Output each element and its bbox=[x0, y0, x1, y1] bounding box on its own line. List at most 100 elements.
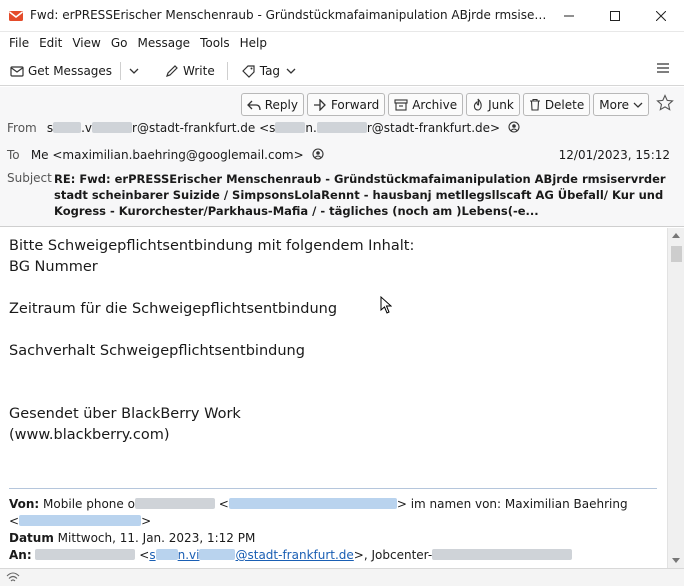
write-label: Write bbox=[183, 63, 215, 78]
forward-button[interactable]: Forward bbox=[306, 93, 386, 116]
to-value[interactable]: Me <maximilian.baehring@googlemail.com> bbox=[31, 148, 304, 162]
von-line2-lt: < bbox=[9, 514, 20, 528]
redacted-block bbox=[35, 549, 136, 560]
redacted-link[interactable] bbox=[199, 549, 236, 560]
from-fragment[interactable]: r@stadt-frankfurt.de> bbox=[367, 121, 500, 135]
main-toolbar: Get Messages Write Tag bbox=[0, 56, 684, 86]
reply-button[interactable]: Reply bbox=[240, 93, 304, 116]
body-line: (www.blackberry.com) bbox=[9, 427, 170, 443]
reply-label: Reply bbox=[264, 97, 298, 112]
an-rest: >, Jobcenter- bbox=[353, 548, 433, 562]
wifi-icon bbox=[6, 572, 20, 582]
an-label: An: bbox=[9, 548, 32, 562]
from-row: From s .v r@stadt-frankfurt.de <s n. r@stadt… bbox=[7, 121, 520, 135]
toolbar-separator bbox=[120, 61, 122, 80]
quote-divider bbox=[9, 488, 657, 489]
von-rest: > im namen von: Maximilian Baehring bbox=[396, 497, 628, 511]
subject-text: RE: Fwd: erPRESSErischer Menschenraub - … bbox=[54, 172, 666, 218]
redacted-block bbox=[134, 498, 215, 509]
von-text: Mobile phone o bbox=[43, 497, 135, 511]
junk-button[interactable]: Junk bbox=[466, 93, 520, 116]
redacted-block bbox=[53, 122, 82, 133]
chevron-down-icon bbox=[286, 68, 296, 74]
menu-go[interactable]: Go bbox=[106, 33, 133, 53]
window-title: Fwd: erPRESSErischer Menschenraub - Grün… bbox=[30, 8, 550, 22]
an-link-fragment[interactable]: s bbox=[149, 548, 155, 562]
menu-bar: File Edit View Go Message Tools Help bbox=[0, 32, 684, 54]
app-menu-button[interactable] bbox=[656, 62, 670, 77]
menu-file[interactable]: File bbox=[4, 33, 34, 53]
title-bar: Fwd: erPRESSErischer Menschenraub - Grün… bbox=[0, 0, 684, 32]
more-button[interactable]: More bbox=[593, 93, 649, 116]
write-button[interactable]: Write bbox=[159, 59, 221, 83]
star-icon bbox=[656, 94, 674, 111]
redacted-link[interactable] bbox=[155, 549, 178, 560]
reply-icon bbox=[246, 100, 261, 110]
body-line: BG Nummer bbox=[9, 259, 98, 275]
message-header: Reply Forward Archive Junk Delete More F… bbox=[0, 87, 684, 227]
toolbar-separator bbox=[226, 61, 228, 80]
junk-label: Junk bbox=[488, 97, 514, 112]
redacted-link[interactable] bbox=[19, 515, 142, 526]
an-lt: < bbox=[139, 548, 150, 562]
maximize-icon bbox=[610, 11, 620, 21]
quote-datum-row: Datum Mittwoch, 11. Jan. 2023, 1:12 PM bbox=[9, 531, 255, 545]
contact-icon[interactable] bbox=[508, 121, 520, 133]
von-label: Von: bbox=[9, 497, 40, 511]
scroll-thumb[interactable] bbox=[671, 246, 682, 262]
redacted-link[interactable] bbox=[228, 498, 397, 509]
tag-button[interactable]: Tag bbox=[236, 59, 302, 83]
get-messages-dropdown[interactable] bbox=[123, 59, 149, 83]
an-link-fragment[interactable]: n.vi bbox=[178, 548, 200, 562]
menu-view[interactable]: View bbox=[67, 33, 105, 53]
menu-edit[interactable]: Edit bbox=[34, 33, 67, 53]
chevron-down-icon bbox=[633, 102, 643, 108]
redacted-block bbox=[316, 122, 367, 133]
forward-icon bbox=[313, 98, 326, 111]
to-label: To bbox=[7, 148, 20, 162]
fire-icon bbox=[473, 98, 482, 111]
archive-icon bbox=[394, 98, 408, 111]
message-date: 12/01/2023, 15:12 bbox=[558, 148, 670, 162]
close-button[interactable] bbox=[638, 0, 684, 32]
delete-button[interactable]: Delete bbox=[522, 93, 591, 116]
get-messages-label: Get Messages bbox=[28, 63, 113, 78]
redacted-block bbox=[432, 549, 573, 560]
message-body: Bitte Schweigepflichtsentbindung mit fol… bbox=[0, 228, 667, 568]
menu-help[interactable]: Help bbox=[235, 33, 272, 53]
body-line: Zeitraum für die Schweigepflichtsentbind… bbox=[9, 301, 338, 317]
quote-an-row: An: <s n.vi @stadt-frankfurt.de>, Jobcente… bbox=[9, 548, 573, 562]
delete-label: Delete bbox=[544, 97, 585, 112]
vertical-scrollbar[interactable] bbox=[667, 228, 684, 568]
forward-label: Forward bbox=[330, 97, 380, 112]
to-row: To Me <maximilian.baehring@googlemail.co… bbox=[7, 148, 324, 162]
datum-value: Mittwoch, 11. Jan. 2023, 1:12 PM bbox=[57, 531, 256, 545]
contact-icon[interactable] bbox=[311, 148, 324, 160]
von-line2-gt: > bbox=[141, 514, 152, 528]
minimize-button[interactable] bbox=[546, 0, 592, 32]
hamburger-icon bbox=[657, 63, 669, 73]
maximize-button[interactable] bbox=[592, 0, 638, 32]
an-link-fragment[interactable]: @stadt-frankfurt.de bbox=[235, 548, 353, 562]
inbox-download-icon bbox=[10, 65, 24, 77]
scroll-down-icon[interactable] bbox=[672, 558, 680, 564]
body-line: Gesendet über BlackBerry Work bbox=[9, 406, 241, 422]
get-messages-button[interactable]: Get Messages bbox=[4, 59, 118, 83]
thunderbird-icon bbox=[9, 11, 23, 21]
more-label: More bbox=[599, 97, 629, 112]
archive-button[interactable]: Archive bbox=[388, 93, 464, 116]
from-fragment: n. bbox=[305, 121, 317, 135]
quote-von-line2: < > bbox=[9, 514, 151, 528]
datum-label: Datum bbox=[9, 531, 54, 545]
quote-von-row: Von: Mobile phone o < > im namen von: Max… bbox=[9, 497, 628, 511]
body-line: Bitte Schweigepflichtsentbindung mit fol… bbox=[9, 238, 415, 254]
menu-message[interactable]: Message bbox=[132, 33, 195, 53]
scroll-up-icon[interactable] bbox=[672, 232, 680, 238]
menu-tools[interactable]: Tools bbox=[195, 33, 235, 53]
body-line: Sachverhalt Schweigepflichtsentbindung bbox=[9, 343, 305, 359]
status-bar bbox=[0, 568, 684, 586]
from-fragment[interactable]: r@stadt-frankfurt.de <s bbox=[132, 121, 275, 135]
star-button[interactable] bbox=[656, 94, 674, 115]
redacted-block bbox=[92, 122, 133, 133]
message-actions: Reply Forward Archive Junk Delete More bbox=[240, 93, 674, 116]
